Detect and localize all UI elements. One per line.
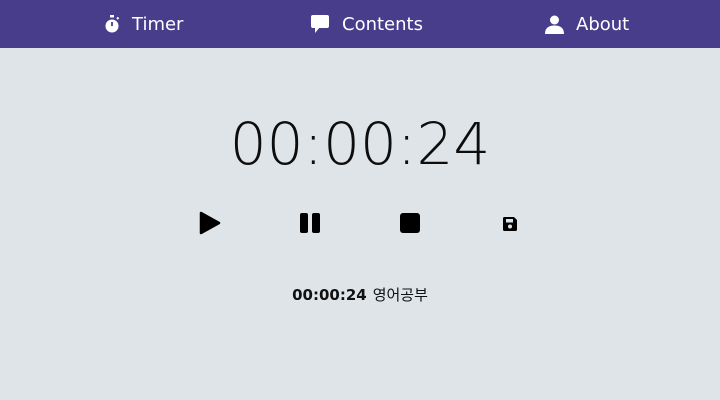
stopwatch-icon <box>104 15 120 33</box>
play-button[interactable] <box>193 208 227 242</box>
nav-label-contents: Contents <box>342 13 423 35</box>
record-list-item: 00:00:24 영어공부 <box>0 284 720 305</box>
timer-display: 00:00:24 <box>229 110 491 178</box>
record-time: 00:00:24 <box>292 286 367 304</box>
nav-item-timer[interactable]: Timer <box>104 0 183 48</box>
nav-item-contents[interactable]: Contents <box>310 0 423 48</box>
user-icon <box>545 15 564 34</box>
stop-icon <box>400 213 420 237</box>
record-title: 영어공부 <box>372 286 428 304</box>
top-navbar: Timer Contents About <box>0 0 720 48</box>
timer-controls <box>0 208 720 242</box>
pause-icon <box>299 213 321 237</box>
nav-item-about[interactable]: About <box>545 0 629 48</box>
speech-bubble-icon <box>310 14 330 34</box>
play-icon <box>199 211 221 239</box>
save-button[interactable] <box>493 208 527 242</box>
save-icon <box>503 216 517 235</box>
stop-button[interactable] <box>393 208 427 242</box>
nav-label-timer: Timer <box>132 13 184 35</box>
nav-label-about: About <box>576 13 630 35</box>
pause-button[interactable] <box>293 208 327 242</box>
